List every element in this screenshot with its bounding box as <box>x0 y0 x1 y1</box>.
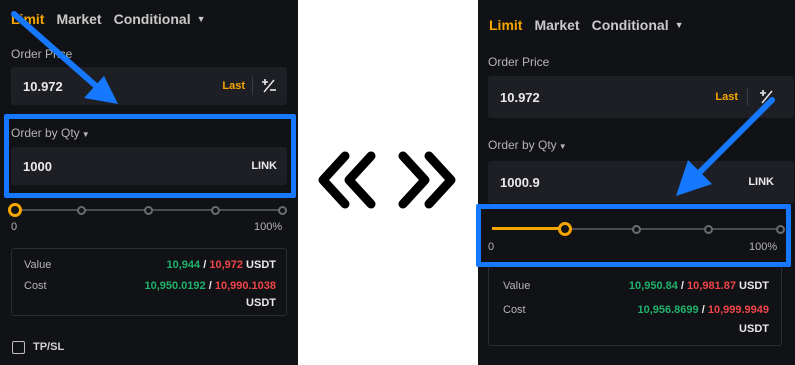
tpsl-label: TP/SL <box>33 341 65 353</box>
cost-label: Cost <box>24 280 47 292</box>
value-separator: / <box>680 280 684 292</box>
cost-red: 10,999.9949 <box>707 304 769 316</box>
slider-thumb[interactable] <box>8 203 22 217</box>
cost-unit: USDT <box>246 297 276 309</box>
value-amounts: 10,944 / 10,972 USDT <box>166 259 276 271</box>
tpsl-checkbox[interactable] <box>12 341 25 354</box>
value-green: 10,944 <box>166 259 201 271</box>
tab-limit[interactable]: Limit <box>489 17 522 33</box>
value-separator: / <box>203 259 207 271</box>
cost-red: 10,990.1038 <box>214 280 276 292</box>
cost-unit: USDT <box>739 323 769 335</box>
order-by-qty-text: Order by Qty <box>488 138 557 152</box>
value-label: Value <box>24 259 52 271</box>
value-unit: USDT <box>739 280 769 292</box>
order-price-label: Order Price <box>488 55 550 69</box>
slider-tick-100[interactable] <box>278 206 287 215</box>
order-summary: Value 10,944 / 10,972 USDT Cost 10,950.0… <box>11 248 287 316</box>
slider-tick-50[interactable] <box>144 206 153 215</box>
cost-green: 10,950.0192 <box>144 280 206 292</box>
value-label: Value <box>503 280 531 292</box>
order-by-qty-label[interactable]: Order by Qty ▼ <box>488 138 567 152</box>
caret-down-icon: ▼ <box>558 142 567 151</box>
cost-label: Cost <box>503 304 526 316</box>
cost-green: 10,956.8699 <box>637 304 699 316</box>
order-price-value: 10.972 <box>500 89 540 105</box>
order-type-tabs: Limit Market Conditional ▼ <box>489 17 696 33</box>
cost-separator: / <box>208 280 212 292</box>
slider-tick-25[interactable] <box>77 206 86 215</box>
value-red: 10,972 <box>209 259 243 271</box>
value-unit: USDT <box>246 259 276 271</box>
slider-min-label: 0 <box>11 221 18 233</box>
quantity-slider[interactable] <box>8 203 290 217</box>
highlight-quantity-box <box>4 114 296 198</box>
highlight-slider-box <box>476 204 791 267</box>
double-chevron-icon <box>318 151 456 209</box>
annotation-arrow-icon <box>676 97 775 196</box>
tab-conditional-label: Conditional <box>591 17 669 33</box>
cost-amounts: 10,956.8699 / 10,999.9949 <box>637 304 769 316</box>
annotation-arrow-icon <box>11 11 118 104</box>
tab-conditional[interactable]: Conditional ▼ <box>592 17 684 33</box>
cost-amounts: 10,950.0192 / 10,990.1038 <box>144 280 276 292</box>
slider-tick-75[interactable] <box>211 206 220 215</box>
value-green: 10,950.84 <box>628 280 678 292</box>
value-red: 10,981.87 <box>687 280 736 292</box>
quantity-value: 1000.9 <box>500 174 540 190</box>
slider-max-label: 100% <box>254 221 283 233</box>
value-amounts: 10,950.84 / 10,981.87 USDT <box>629 280 769 292</box>
order-summary: Value 10,950.84 / 10,981.87 USDT Cost 10… <box>488 266 782 346</box>
caret-down-icon: ▼ <box>674 20 684 30</box>
tab-market[interactable]: Market <box>534 17 579 33</box>
cost-separator: / <box>701 304 705 316</box>
